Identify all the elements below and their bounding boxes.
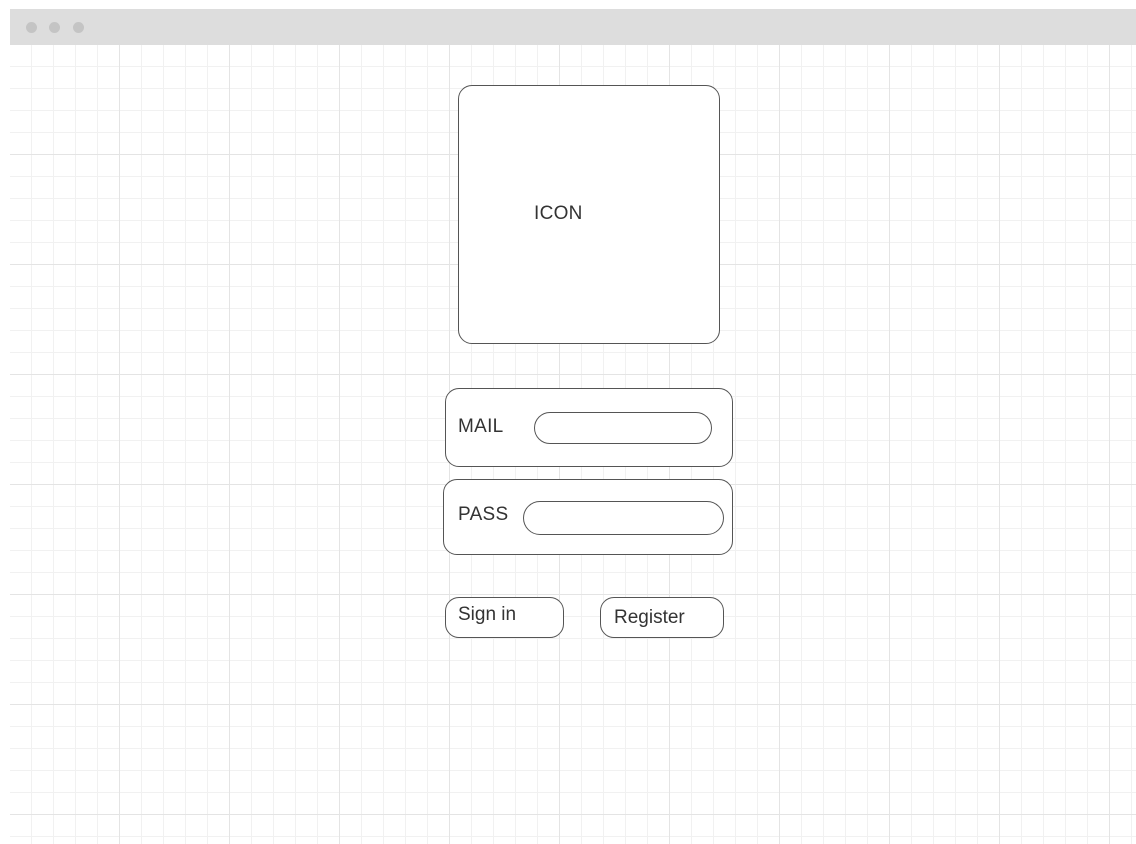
sign-in-button[interactable]: Sign in (445, 597, 564, 638)
window-maximize-dot[interactable] (73, 22, 84, 33)
pass-field-group: PASS (443, 479, 733, 555)
window-minimize-dot[interactable] (49, 22, 60, 33)
mail-input[interactable] (534, 412, 712, 444)
window-close-dot[interactable] (26, 22, 37, 33)
mail-field-group: MAIL (445, 388, 733, 467)
pass-label: PASS (458, 504, 509, 525)
browser-window: ICON MAIL PASS Sign in Register (10, 9, 1136, 844)
password-input[interactable] (523, 501, 724, 535)
mail-label: MAIL (458, 416, 504, 437)
register-label: Register (614, 607, 685, 628)
app-icon-placeholder: ICON (458, 85, 720, 344)
sign-in-label: Sign in (458, 604, 517, 625)
icon-placeholder-label: ICON (534, 203, 583, 224)
window-titlebar (10, 9, 1136, 45)
register-button[interactable]: Register (600, 597, 724, 638)
grid-canvas: ICON MAIL PASS Sign in Register (10, 45, 1136, 844)
